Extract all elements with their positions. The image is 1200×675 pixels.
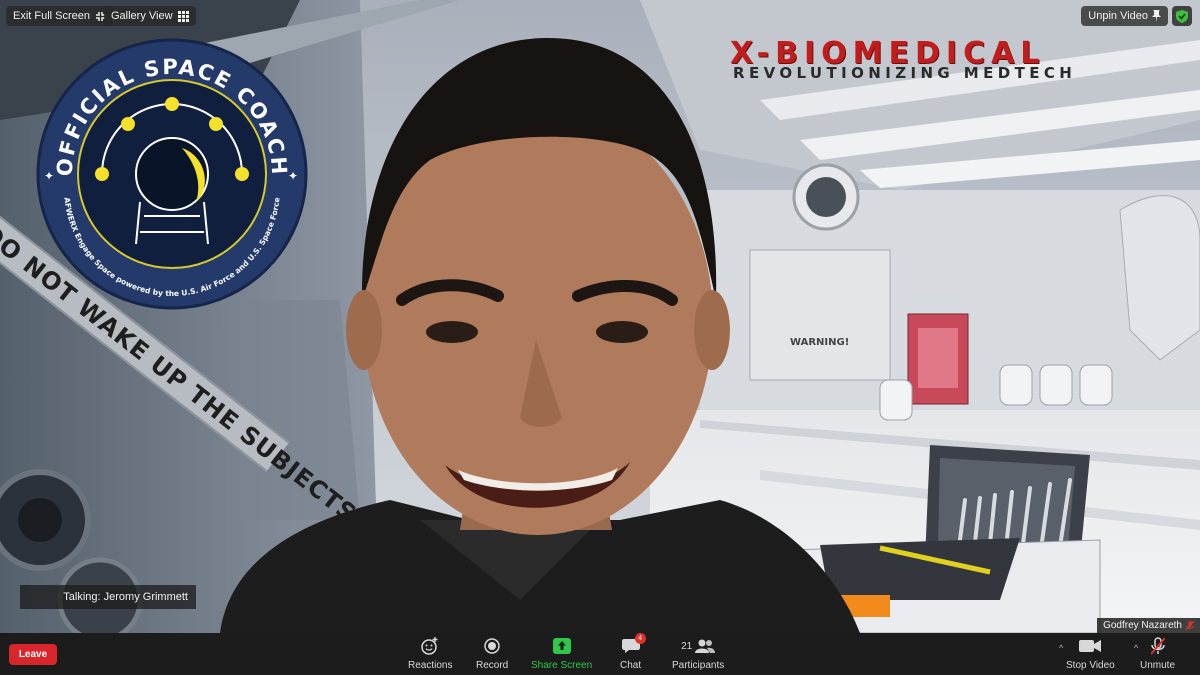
share-screen-icon (552, 638, 571, 654)
exit-fullscreen-button[interactable]: Exit Full Screen (6, 6, 114, 26)
reactions-label: Reactions (408, 660, 453, 671)
top-right-controls: Unpin Video (1081, 6, 1192, 26)
security-shield-button[interactable] (1172, 6, 1192, 26)
gallery-view-button[interactable]: Gallery View (104, 6, 196, 26)
smiley-icon (421, 637, 438, 655)
meeting-window: WARNING! DO NOT WAKE UP THE SUBJECTS M X… (0, 0, 1200, 675)
active-speaker-video: WARNING! DO NOT WAKE UP THE SUBJECTS M X… (0, 0, 1200, 633)
record-icon (484, 638, 500, 654)
meeting-toolbar: Unmute ^ Stop Video ^ 21 Participants 4 … (0, 633, 1200, 675)
unmute-options-caret[interactable]: ^ (1134, 643, 1138, 653)
participants-count: 21 (681, 640, 693, 652)
unmute-button[interactable]: Unmute (1140, 637, 1175, 671)
participants-icon (695, 639, 716, 653)
record-label: Record (476, 660, 509, 671)
participants-label: Participants (672, 660, 725, 671)
pin-icon (1152, 10, 1161, 22)
microphone-muted-icon (1150, 637, 1165, 655)
share-screen-button[interactable]: Share Screen (531, 637, 592, 671)
muted-mic-icon (1186, 620, 1194, 630)
speaker-figure (220, 37, 860, 633)
share-screen-label: Share Screen (531, 660, 593, 671)
participant-name: Godfrey Nazareth (1103, 620, 1182, 631)
stop-video-button[interactable]: Stop Video (1066, 637, 1115, 671)
chat-unread-count: 4 (634, 633, 646, 644)
grid-icon (177, 10, 189, 22)
exit-fullscreen-label: Exit Full Screen (13, 10, 91, 22)
participant-name-tag: Godfrey Nazareth (1097, 618, 1200, 633)
chat-button[interactable]: 4 Chat (620, 633, 646, 671)
video-camera-icon (1079, 640, 1102, 652)
stop-video-label: Stop Video (1066, 660, 1115, 671)
shield-icon (1176, 9, 1188, 23)
unpin-video-button[interactable]: Unpin Video (1081, 6, 1168, 26)
record-button[interactable]: Record (476, 637, 508, 671)
leave-button[interactable]: Leave (9, 644, 57, 665)
unmute-label: Unmute (1140, 660, 1176, 671)
unpin-video-label: Unpin Video (1088, 10, 1148, 22)
participants-button[interactable]: 21 Participants (672, 637, 724, 671)
gallery-view-label: Gallery View (111, 10, 173, 22)
chat-label: Chat (620, 660, 642, 671)
reactions-button[interactable]: Reactions (408, 637, 452, 671)
talking-indicator: Talking: Jeromy Grimmett (20, 585, 196, 609)
video-options-caret[interactable]: ^ (1059, 643, 1063, 653)
